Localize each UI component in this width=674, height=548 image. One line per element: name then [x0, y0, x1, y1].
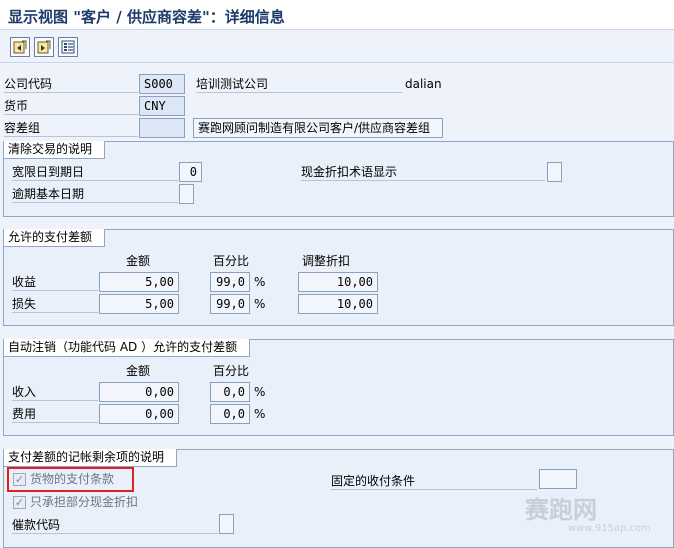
loss-amount-field[interactable]: 5,00 [99, 294, 179, 314]
next-entry-button[interactable] [34, 37, 54, 57]
income-percent-unit: % [254, 385, 266, 399]
currency-label: 货币 [4, 97, 138, 115]
terms-from-invoice-checkbox[interactable]: ✓ [13, 473, 26, 486]
prev-entry-button[interactable] [10, 37, 30, 57]
page-title: 显示视图 "客户 / 供应商容差"：详细信息 [8, 8, 285, 26]
next-entry-icon [37, 40, 51, 54]
tolerance-group-field[interactable] [139, 118, 185, 138]
terms-from-invoice-label: 货物的支付条款 [30, 472, 115, 486]
company-name-text: 培训测试公司 [196, 75, 402, 93]
cash-discount-terms-label: 现金折扣术语显示 [301, 163, 545, 181]
loss-percent-unit: % [254, 297, 266, 311]
prev-entry-icon [13, 40, 27, 54]
partial-cash-discount-label: 只承担部分现金折扣 [30, 495, 139, 509]
clearing-group-title: 清除交易的说明 [4, 141, 106, 159]
list-icon [61, 40, 75, 54]
income-percent-field[interactable]: 0,0 [210, 382, 250, 402]
revenue-amount-field[interactable]: 5,00 [99, 272, 179, 292]
revenue-adjust-field[interactable]: 10,00 [298, 272, 378, 292]
toolbar [0, 31, 674, 63]
dunning-key-label: 催款代码 [12, 516, 218, 534]
tolerance-group-description: 赛跑网顾问制造有限公司客户/供应商容差组 [193, 118, 443, 138]
income-label: 收入 [12, 383, 98, 401]
partial-cash-discount-checkbox[interactable]: ✓ [13, 496, 26, 509]
col-percent-header: 百分比 [213, 254, 250, 268]
permitted-diff-group-title: 允许的支付差额 [4, 229, 106, 247]
col-amount-header: 金额 [126, 254, 151, 268]
auto-writeoff-group-title: 自动注销（功能代码 AD ）允许的支付差额 [4, 339, 251, 357]
revenue-percent-field[interactable]: 99,0 [210, 272, 250, 292]
loss-label: 损失 [12, 295, 98, 313]
fixed-payment-terms-field[interactable] [539, 469, 577, 489]
company-code-label: 公司代码 [4, 75, 138, 93]
cash-discount-terms-field[interactable] [547, 162, 562, 182]
tolerance-group-label: 容差组 [4, 119, 138, 137]
watermark-url: www.915ap.com [568, 523, 651, 534]
expense-label: 费用 [12, 405, 98, 423]
company-code-field[interactable]: S000 [139, 74, 185, 94]
loss-adjust-field[interactable]: 10,00 [298, 294, 378, 314]
expense-percent-field[interactable]: 0,0 [210, 404, 250, 424]
grace-days-field[interactable]: 0 [179, 162, 202, 182]
expense-percent-unit: % [254, 407, 266, 421]
col-adjust-discount-header: 调整折扣 [302, 254, 351, 268]
dunning-key-field[interactable] [219, 514, 234, 534]
revenue-label: 收益 [12, 273, 98, 291]
grace-days-label: 宽限日到期日 [12, 163, 178, 181]
writeoff-col-amount-header: 金额 [126, 364, 151, 378]
expense-amount-field[interactable]: 0,00 [99, 404, 179, 424]
currency-field[interactable]: CNY [139, 96, 185, 116]
arrears-base-date-label: 逾期基本日期 [12, 185, 178, 203]
income-amount-field[interactable]: 0,00 [99, 382, 179, 402]
loss-percent-field[interactable]: 99,0 [210, 294, 250, 314]
list-button[interactable] [58, 37, 78, 57]
residual-items-group-title: 支付差额的记帐剩余项的说明 [4, 449, 178, 467]
revenue-percent-unit: % [254, 275, 266, 289]
fixed-payment-terms-label: 固定的收付条件 [331, 472, 537, 490]
company-city-text: dalian [405, 77, 442, 91]
arrears-base-date-field[interactable] [179, 184, 194, 204]
watermark-logo: 赛跑网 [525, 496, 597, 524]
writeoff-col-percent-header: 百分比 [213, 364, 250, 378]
